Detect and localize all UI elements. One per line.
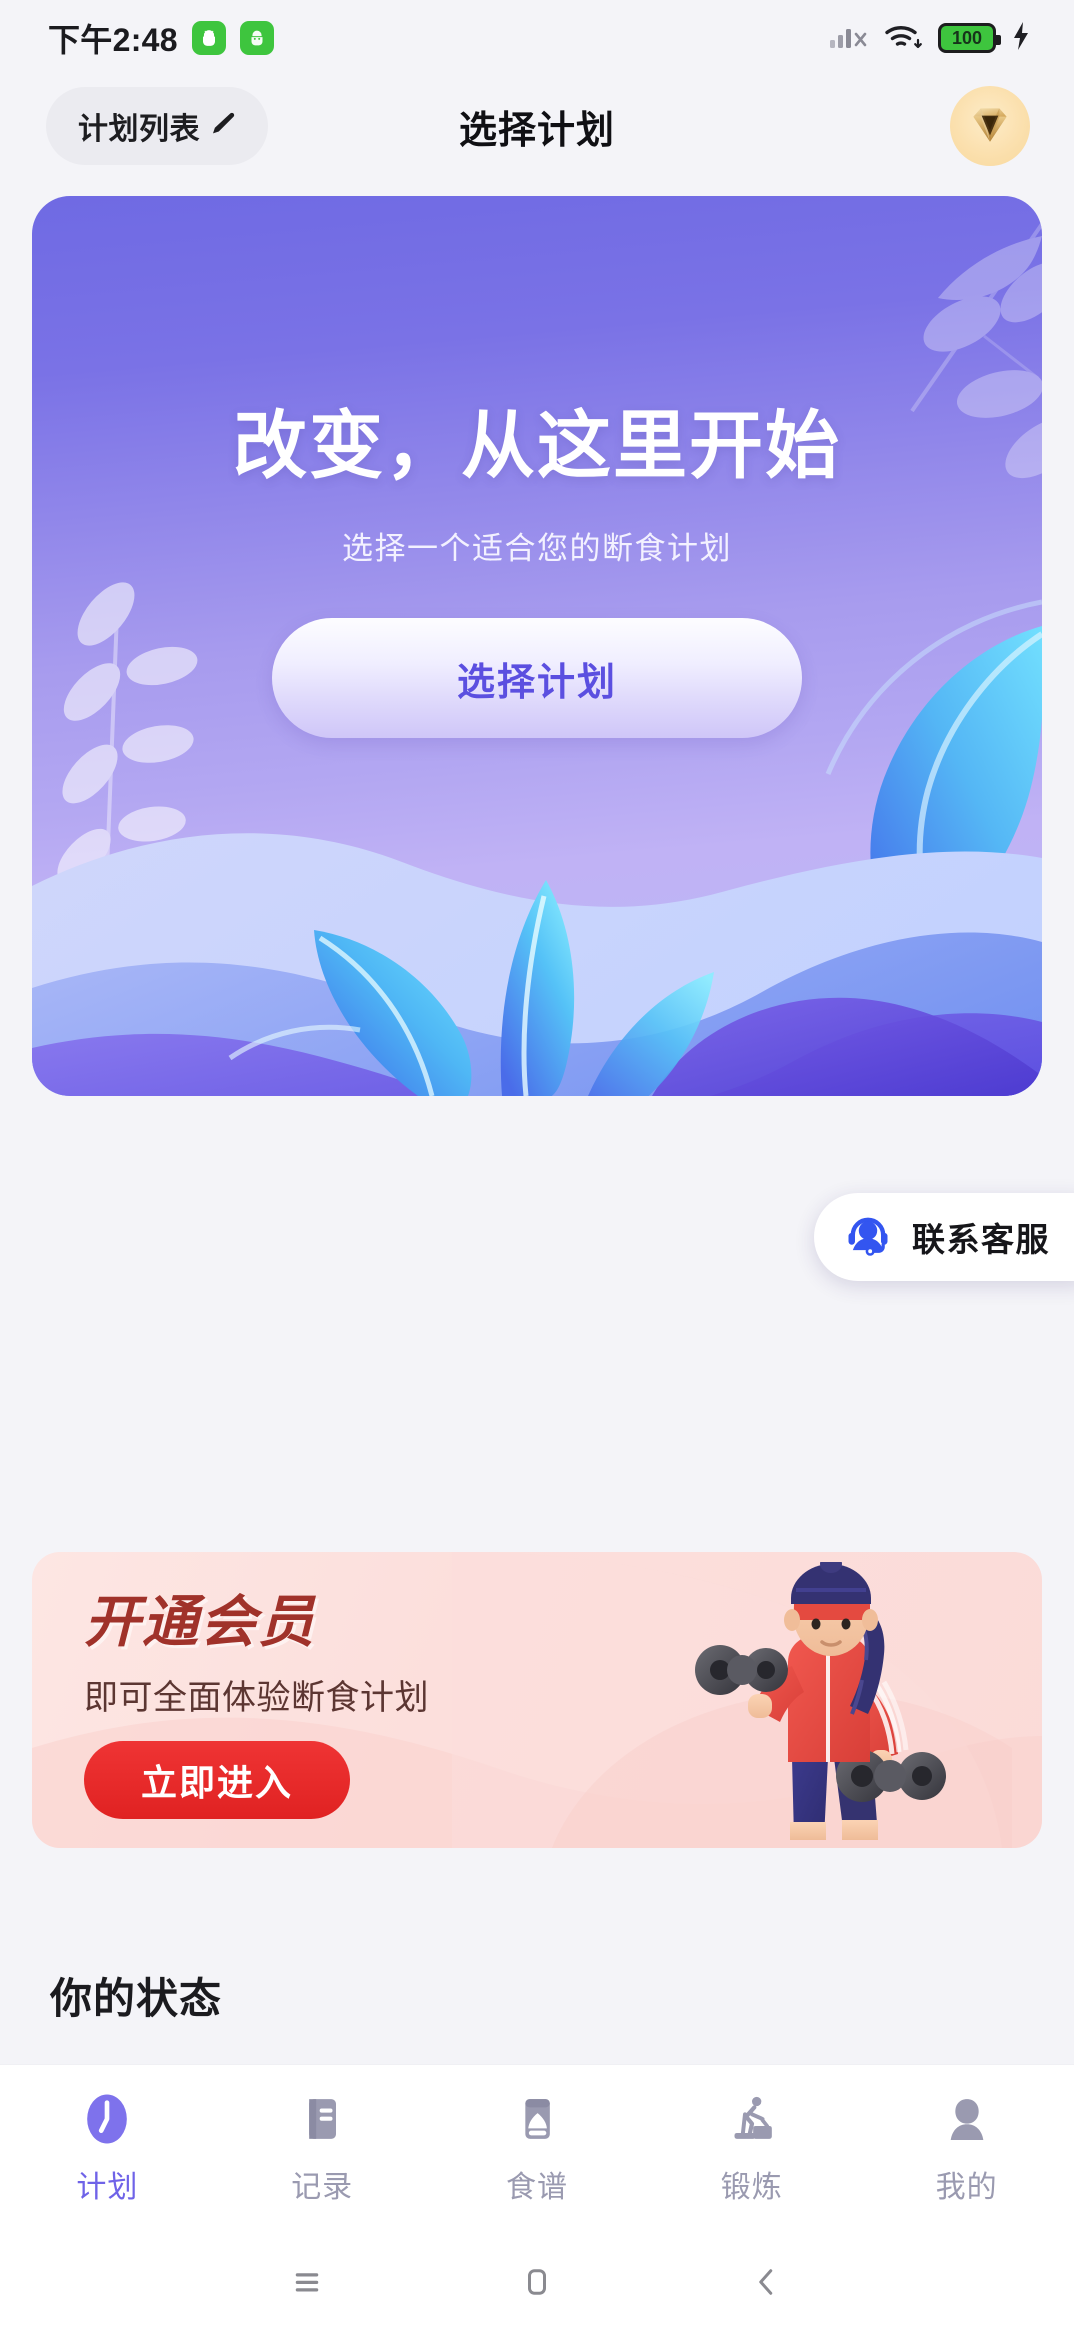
contact-support-button[interactable]: 联系客服 [814, 1193, 1074, 1281]
charging-bolt-icon [1010, 20, 1032, 57]
food-recipe-icon [509, 2090, 565, 2148]
hero-plan-card: 改变，从这里开始 选择一个适合您的断食计划 选择计划 [32, 196, 1042, 1096]
tab-recipe[interactable]: 食谱 [430, 2090, 645, 2206]
tab-record-label: 记录 [291, 2170, 354, 2204]
bottom-tab-bar: 计划 记录 食谱 锻炼 我的 [0, 2064, 1074, 2230]
status-bar-left: 下午2:48 [48, 15, 274, 61]
green-app-badge [239, 21, 274, 55]
tab-profile-label: 我的 [935, 2170, 998, 2204]
person-profile-icon [939, 2090, 995, 2148]
tab-plan-label: 计划 [76, 2170, 139, 2204]
app-screen: 下午2:48 100 计划列表 选择计划 改变，从这里开始 选择一个适合您的断食… [0, 0, 1074, 2334]
cellular-signal-icon [828, 20, 868, 57]
tab-record[interactable]: 记录 [215, 2090, 430, 2206]
tab-plan[interactable]: 计划 [0, 2090, 215, 2206]
enter-membership-button[interactable]: 立即进入 [84, 1741, 350, 1819]
membership-banner[interactable]: 开通会员 即可全面体验断食计划 立即进入 [32, 1552, 1042, 1848]
tab-profile[interactable]: 我的 [859, 2090, 1074, 2206]
green-app-badge [191, 21, 226, 55]
hero-subtitle: 选择一个适合您的断食计划 [342, 531, 732, 566]
headset-support-icon [842, 1209, 894, 1266]
clock-plan-icon [79, 2090, 135, 2148]
diamond-gem-icon [965, 99, 1015, 154]
recents-menu-icon[interactable] [192, 2262, 422, 2302]
book-record-icon [294, 2090, 350, 2148]
battery-indicator: 100 [938, 23, 1001, 53]
android-nav-bar [0, 2230, 1074, 2334]
status-bar-right: 100 [828, 20, 1032, 57]
contact-support-label: 联系客服 [912, 1221, 1050, 1258]
battery-level: 100 [951, 28, 983, 48]
tab-exercise[interactable]: 锻炼 [644, 2090, 859, 2206]
back-chevron-icon[interactable] [652, 2262, 882, 2302]
wifi-icon [882, 20, 924, 57]
tab-exercise-label: 锻炼 [720, 2170, 783, 2204]
tab-recipe-label: 食谱 [505, 2170, 568, 2204]
hero-content: 改变，从这里开始 选择一个适合您的断食计划 选择计划 [32, 196, 1042, 738]
hero-title: 改变，从这里开始 [233, 404, 841, 487]
page-title: 选择计划 [458, 109, 615, 152]
membership-content: 开通会员 即可全面体验断食计划 立即进入 [32, 1552, 429, 1819]
app-header: 计划列表 选择计划 [0, 76, 1074, 176]
membership-title: 开通会员 [84, 1590, 316, 1653]
status-bar: 下午2:48 100 [0, 0, 1074, 76]
status-time: 下午2:48 [48, 22, 178, 58]
home-square-icon[interactable] [422, 2262, 652, 2302]
avatar[interactable] [950, 86, 1030, 166]
status-section-heading: 你的状态 [50, 1975, 223, 2022]
woman-with-dumbbells-illustration [684, 1562, 984, 1848]
exercise-machine-icon [724, 2090, 780, 2148]
membership-subtitle: 即可全面体验断食计划 [84, 1679, 429, 1717]
select-plan-button[interactable]: 选择计划 [272, 618, 802, 738]
